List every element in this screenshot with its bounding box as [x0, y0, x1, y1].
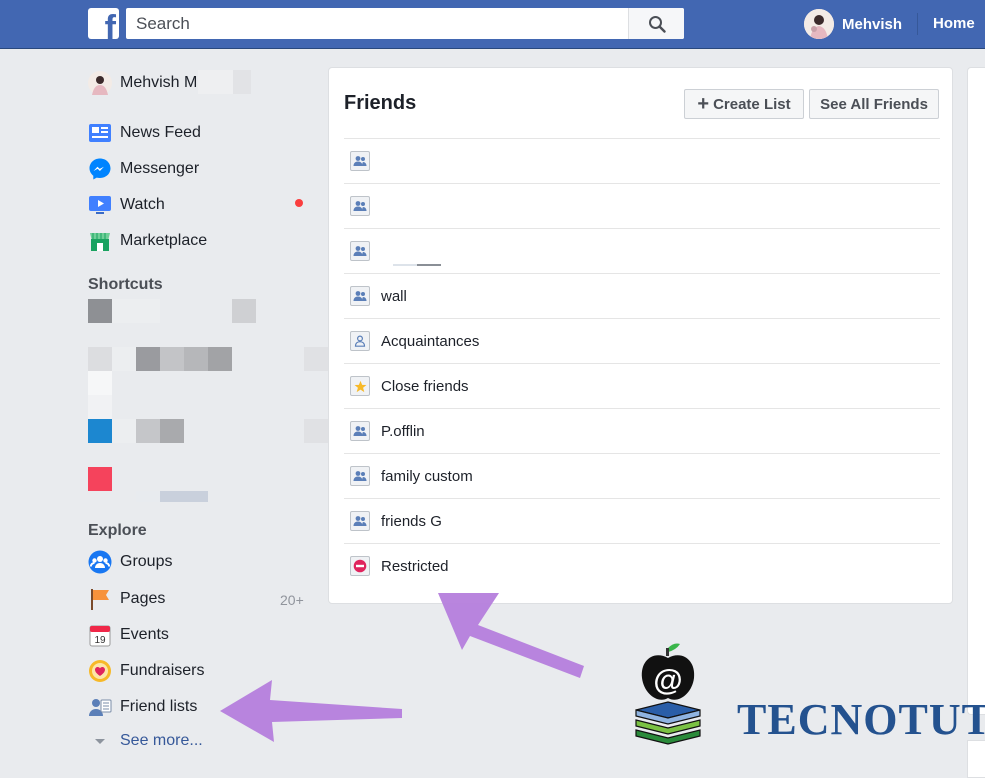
- watermark-text: TECNOTUTO: [737, 695, 985, 744]
- annotation-arrows: [220, 593, 584, 742]
- watermark-at-glyph: @: [653, 664, 682, 697]
- arrow-to-restricted: [438, 593, 584, 678]
- arrow-to-friend-lists: [220, 680, 402, 742]
- tecnotuto-logo: @: [635, 643, 701, 745]
